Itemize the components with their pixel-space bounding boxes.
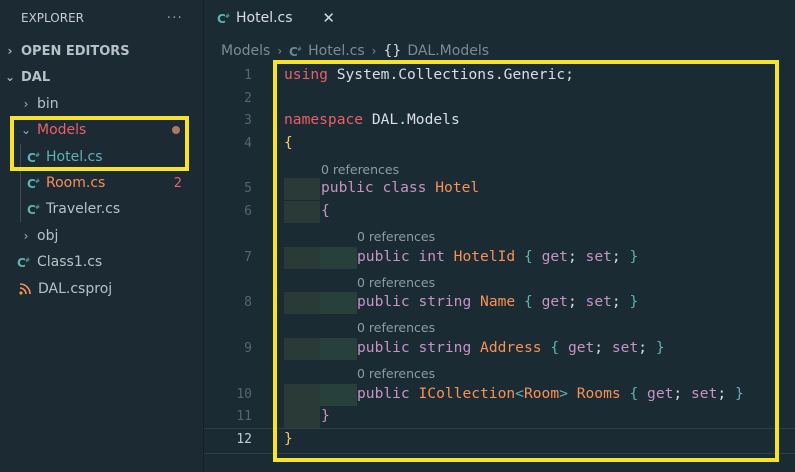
breadcrumb-item-namespace[interactable]: DAL.Models xyxy=(407,43,489,59)
svg-text:#: # xyxy=(35,178,40,185)
csharp-file-icon: C # xyxy=(17,256,30,269)
tree-item-label: Traveler.cs xyxy=(46,201,121,217)
line-number: 7 xyxy=(244,250,252,265)
explorer-title: EXPLORER xyxy=(21,11,84,25)
rss-icon xyxy=(19,283,31,295)
svg-text:#: # xyxy=(25,257,30,264)
svg-text:#: # xyxy=(225,13,230,20)
more-actions-icon[interactable]: ··· xyxy=(167,10,183,26)
chevron-right-icon: › xyxy=(23,97,29,111)
breadcrumb-item-models[interactable]: Models xyxy=(221,43,270,59)
tree-item-label: bin xyxy=(37,96,59,112)
tab-label: Hotel.cs xyxy=(236,10,293,26)
line-number: 9 xyxy=(244,341,252,356)
line-number: 12 xyxy=(236,432,252,447)
line-number: 6 xyxy=(244,204,252,219)
line-number: 11 xyxy=(236,409,252,424)
tree-item-bin[interactable]: › bin xyxy=(0,91,203,117)
chevron-down-icon: ⌄ xyxy=(4,70,16,84)
line-number: 4 xyxy=(244,136,252,151)
problems-count-badge: 2 xyxy=(173,175,182,191)
sidebar-highlight-box xyxy=(10,116,189,171)
tree-item-label: Room.cs xyxy=(46,175,106,191)
line-number: 3 xyxy=(244,113,252,128)
chevron-right-icon: › xyxy=(23,229,29,243)
csharp-file-icon: C # xyxy=(27,177,40,190)
csharp-file-icon: C # xyxy=(217,12,230,25)
line-number: 1 xyxy=(244,68,252,83)
tree-item-obj[interactable]: › obj xyxy=(0,223,203,249)
namespace-icon: {} xyxy=(383,43,402,59)
chevron-right-icon: › xyxy=(277,44,283,58)
tree-item-label: obj xyxy=(37,228,59,244)
csharp-file-icon: C # xyxy=(27,203,40,216)
breadcrumb-item-hotel-cs[interactable]: Hotel.cs xyxy=(308,43,365,59)
tree-item-dal-csproj[interactable]: DAL.csproj xyxy=(0,276,203,302)
line-number: 2 xyxy=(244,91,252,106)
tab-hotel-cs[interactable]: C # Hotel.cs ✕ xyxy=(204,0,345,36)
explorer-header: EXPLORER ··· xyxy=(0,0,203,36)
tree-item-class1-cs[interactable]: C # Class1.cs xyxy=(0,249,203,275)
chevron-right-icon: › xyxy=(7,44,13,58)
project-label: DAL xyxy=(21,69,51,85)
svg-text:#: # xyxy=(35,204,40,211)
tree-item-traveler-cs[interactable]: C # Traveler.cs xyxy=(0,196,203,222)
line-number: 5 xyxy=(244,181,252,196)
line-number: 8 xyxy=(244,295,252,310)
tree-item-label: DAL.csproj xyxy=(38,281,113,297)
chevron-right-icon: › xyxy=(371,44,377,58)
open-editors-label: OPEN EDITORS xyxy=(21,43,130,59)
editor-tab-bar: C # Hotel.cs ✕ xyxy=(204,0,795,36)
tree-item-label: Class1.cs xyxy=(37,254,103,270)
open-editors-section[interactable]: › OPEN EDITORS xyxy=(0,38,203,64)
tree-item-room-cs[interactable]: C # Room.cs 2 xyxy=(0,170,203,196)
breadcrumb: Models › C # Hotel.cs › {} DAL.Models xyxy=(221,41,489,61)
code-highlight-box xyxy=(273,60,779,462)
line-number: 10 xyxy=(236,387,252,402)
close-icon[interactable]: ✕ xyxy=(322,9,335,27)
explorer-sidebar: EXPLORER ··· › OPEN EDITORS ⌄ DAL › bin … xyxy=(0,0,204,472)
project-section-dal[interactable]: ⌄ DAL xyxy=(0,64,203,90)
svg-text:#: # xyxy=(297,46,302,53)
csharp-file-icon: C # xyxy=(289,45,302,58)
